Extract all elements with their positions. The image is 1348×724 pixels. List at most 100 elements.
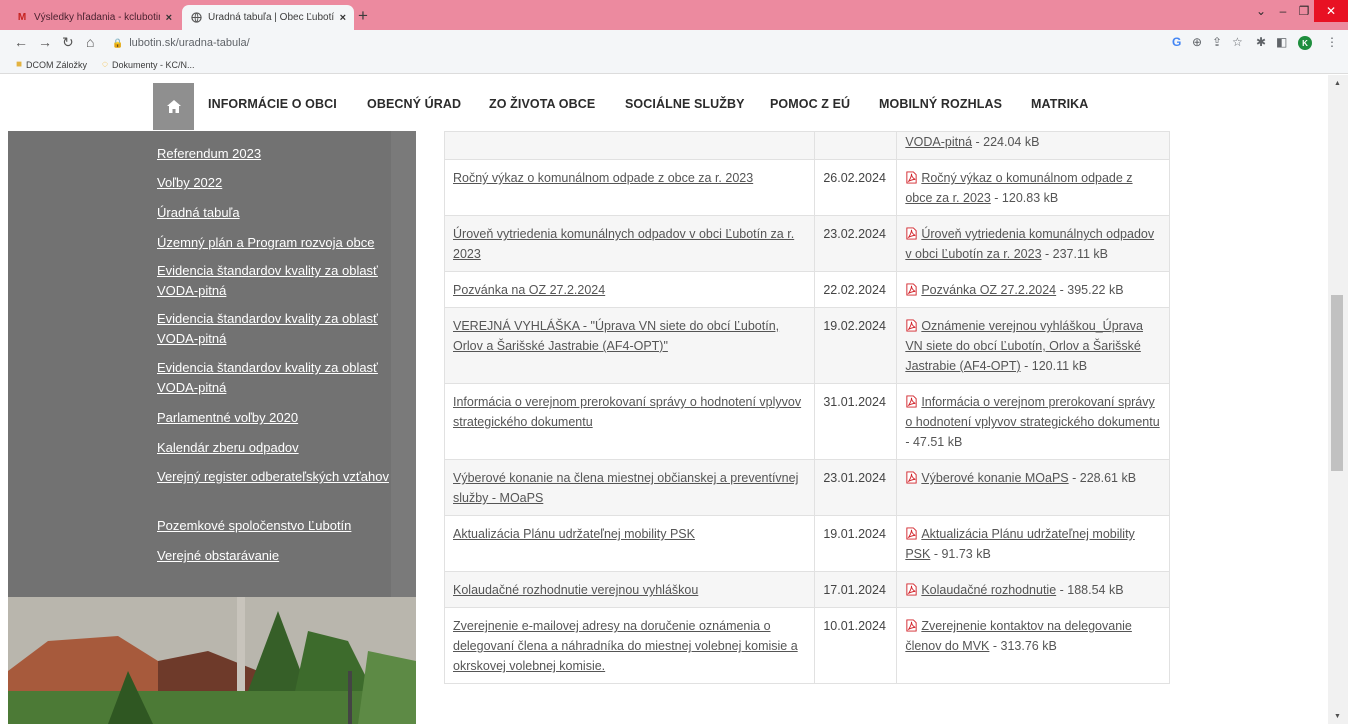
close-window-icon[interactable]: ✕: [1314, 0, 1348, 22]
extensions-icon[interactable]: ✱: [1256, 35, 1266, 49]
file-cell: Oznámenie verejnou vyhláškou_Úprava VN s…: [896, 307, 1170, 384]
document-title-link[interactable]: VEREJNÁ VYHLÁŠKA - "Úprava VN siete do o…: [453, 319, 779, 353]
sidebar-item-register-odberatelov[interactable]: Verejný register odberateľských vzťahov: [157, 467, 397, 487]
menu-icon[interactable]: ⋮: [1326, 35, 1338, 49]
share-icon[interactable]: ⇪: [1212, 35, 1222, 49]
home-icon[interactable]: ⌂: [86, 34, 94, 50]
bookmark-dokumenty[interactable]: ◌ Dokumenty - KC/N...: [102, 59, 194, 70]
document-title-link[interactable]: Ročný výkaz o komunálnom odpade z obce z…: [453, 171, 753, 185]
title-cell: Kolaudačné rozhodnutie verejnou vyhláško…: [443, 571, 816, 608]
address-bar[interactable]: 🔒 lubotin.sk/uradna-tabula/: [112, 33, 1162, 53]
date-cell: 10.01.2024: [814, 607, 898, 684]
bookmark-label: Dokumenty - KC/N...: [111, 59, 195, 70]
nav-obecny-urad[interactable]: OBECNÝ ÚRAD: [367, 97, 461, 111]
tab-title: Úradná tabuľa | Obec Ľubotín: [208, 12, 334, 23]
scroll-up-arrow-icon[interactable]: ▲: [1334, 80, 1341, 87]
sidebar-item-uradna-tabula[interactable]: Úradná tabuľa: [157, 203, 397, 223]
title-cell: Úroveň vytriedenia komunálnych odpadov v…: [443, 215, 816, 272]
file-link[interactable]: Pozvánka OZ 27.2.2024: [921, 283, 1056, 297]
new-tab-icon[interactable]: +: [358, 6, 368, 26]
sidebar-item-volby-2022[interactable]: Voľby 2022: [157, 173, 397, 193]
file-size: - 91.73 kB: [930, 547, 991, 561]
folder-icon: ■: [16, 59, 23, 70]
forward-icon[interactable]: →: [38, 34, 52, 50]
browser-tabstrip: M Výsledky hľadania - kclubotin@… × Úrad…: [0, 0, 1348, 30]
date-cell: 23.01.2024: [814, 459, 898, 516]
title-cell: Aktualizácia Plánu udržateľnej mobility …: [443, 515, 816, 572]
pdf-icon: [906, 395, 917, 408]
side-panel-icon[interactable]: ◧: [1276, 35, 1287, 49]
table-row: Kolaudačné rozhodnutie verejnou vyhláško…: [443, 571, 1170, 608]
profile-avatar[interactable]: K: [1298, 36, 1312, 50]
sidebar-item-verejne-obstaravanie[interactable]: Verejné obstarávanie: [157, 546, 397, 566]
file-link[interactable]: Informácia o verejnom prerokovaní správy…: [905, 395, 1159, 429]
tab-search-icon[interactable]: ⌄: [1250, 0, 1272, 22]
document-title-link[interactable]: Pozvánka na OZ 27.2.2024: [453, 283, 605, 297]
page-scrollbar[interactable]: ▲ ▼: [1328, 75, 1348, 724]
title-cell: Výberové konanie na člena miestnej občia…: [443, 459, 816, 516]
table-row: Úroveň vytriedenia komunálnych odpadov v…: [443, 215, 1170, 272]
nav-informacie-o-obci[interactable]: INFORMÁCIE O OBCI: [208, 97, 337, 111]
sidebar-item-evidencia-2[interactable]: Evidencia štandardov kvality za oblasť V…: [157, 309, 397, 349]
file-size: - 188.54 kB: [1056, 583, 1124, 597]
lock-icon: 🔒: [112, 37, 124, 48]
nav-pomoc-z-eu[interactable]: POMOC Z EÚ: [770, 97, 850, 111]
document-title-link[interactable]: Zverejnenie e-mailovej adresy na doručen…: [453, 619, 798, 673]
close-tab-icon[interactable]: ×: [166, 12, 172, 24]
pdf-icon: [906, 283, 917, 296]
bookmark-star-icon[interactable]: ☆: [1232, 35, 1243, 49]
file-cell: Aktualizácia Plánu udržateľnej mobility …: [896, 515, 1170, 572]
nav-zo-zivota-obce[interactable]: ZO ŽIVOTA OBCE: [489, 97, 595, 111]
document-title-link[interactable]: Informácia o verejnom prerokovaní správy…: [453, 395, 801, 429]
zoom-icon[interactable]: ⊕: [1192, 35, 1202, 49]
date-cell: 19.02.2024: [814, 307, 898, 384]
bookmark-label: DCOM Záložky: [26, 59, 88, 70]
file-link[interactable]: VODA-pitná: [905, 135, 972, 149]
file-size: - 120.83 kB: [990, 191, 1059, 205]
title-cell: Ročný výkaz o komunálnom odpade z obce z…: [443, 159, 816, 216]
browser-tab-gmail[interactable]: M Výsledky hľadania - kclubotin@… ×: [8, 5, 180, 30]
file-size: - 47.51 kB: [905, 435, 963, 449]
document-title-link[interactable]: Kolaudačné rozhodnutie verejnou vyhláško…: [453, 583, 698, 597]
browser-tab-uradna-tabula[interactable]: Úradná tabuľa | Obec Ľubotín ×: [182, 5, 354, 30]
title-cell: VEREJNÁ VYHLÁŠKA - "Úprava VN siete do o…: [443, 307, 816, 384]
home-button[interactable]: [153, 83, 194, 130]
file-size: - 224.04 kB: [972, 135, 1040, 149]
title-cell: [443, 131, 816, 160]
file-cell: Úroveň vytriedenia komunálnych odpadov v…: [896, 215, 1170, 272]
file-link[interactable]: Úroveň vytriedenia komunálnych odpadov v…: [905, 227, 1154, 261]
nav-matrika[interactable]: MATRIKA: [1031, 97, 1088, 111]
file-cell: Ročný výkaz o komunálnom odpade z obce z…: [896, 159, 1170, 216]
pdf-icon: [906, 583, 917, 596]
reload-icon[interactable]: ↻: [62, 34, 74, 51]
table-row: Informácia o verejnom prerokovaní správy…: [443, 383, 1170, 460]
sidebar-item-pozemkove-spolocenstvo[interactable]: Pozemkové spoločenstvo Ľubotín: [157, 516, 397, 536]
nav-mobilny-rozhlas[interactable]: MOBILNÝ ROZHLAS: [879, 97, 1002, 111]
minimize-icon[interactable]: –: [1272, 0, 1294, 22]
pdf-icon: [906, 619, 917, 632]
pdf-icon: [906, 471, 917, 484]
close-tab-icon[interactable]: ×: [340, 12, 346, 24]
google-icon[interactable]: G: [1172, 35, 1181, 49]
document-title-link[interactable]: Úroveň vytriedenia komunálnych odpadov v…: [453, 227, 794, 261]
file-link[interactable]: Výberové konanie MOaPS: [921, 471, 1068, 485]
documents-table: VODA-pitná - 224.04 kB Ročný výkaz o kom…: [443, 131, 1170, 684]
sidebar-item-evidencia-3[interactable]: Evidencia štandardov kvality za oblasť V…: [157, 358, 397, 398]
sidebar-item-evidencia-1[interactable]: Evidencia štandardov kvality za oblasť V…: [157, 261, 397, 301]
file-link[interactable]: Kolaudačné rozhodnutie: [921, 583, 1056, 597]
document-title-link[interactable]: Aktualizácia Plánu udržateľnej mobility …: [453, 527, 695, 541]
scrollbar-thumb[interactable]: [1331, 295, 1343, 471]
title-cell: Pozvánka na OZ 27.2.2024: [443, 271, 816, 308]
sidebar-item-referendum[interactable]: Referendum 2023: [157, 144, 397, 164]
bookmark-folder-dcom[interactable]: ■ DCOM Záložky: [16, 59, 87, 70]
back-icon[interactable]: ←: [14, 34, 28, 50]
page-viewport: Referendum 2023 Voľby 2022 Úradná tabuľa…: [0, 75, 1348, 724]
table-row: Výberové konanie na člena miestnej občia…: [443, 459, 1170, 516]
scroll-down-arrow-icon[interactable]: ▼: [1334, 713, 1341, 720]
nav-socialne-sluzby[interactable]: SOCIÁLNE SLUŽBY: [625, 97, 745, 111]
document-title-link[interactable]: Výberové konanie na člena miestnej občia…: [453, 471, 798, 505]
sidebar-item-uzemny-plan[interactable]: Územný plán a Program rozvoja obce: [157, 233, 397, 253]
sidebar-item-parlamentne-volby[interactable]: Parlamentné voľby 2020: [157, 408, 397, 428]
restore-icon[interactable]: ❐: [1294, 0, 1314, 22]
sidebar-item-kalendar-odpadov[interactable]: Kalendár zberu odpadov: [157, 438, 397, 458]
